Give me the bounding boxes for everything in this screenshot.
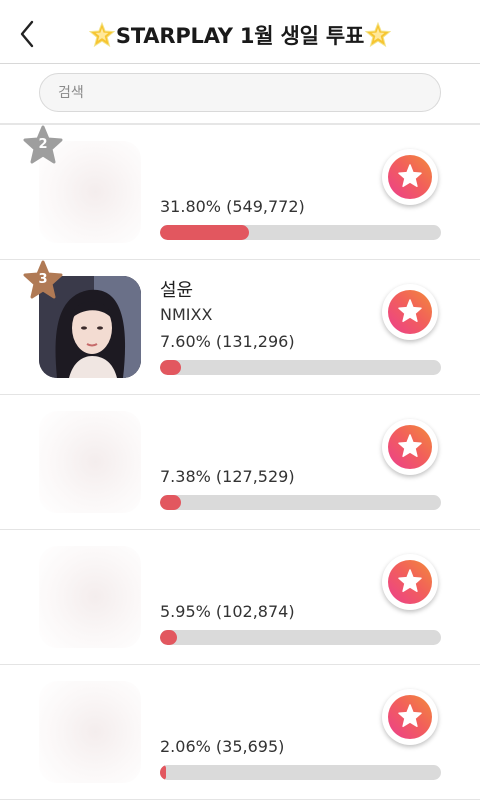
list-item: 7.38% (127,529) <box>0 395 480 530</box>
candidate-image <box>39 546 141 648</box>
rank-number: 3 <box>38 272 48 287</box>
vote-progress-fill <box>160 630 177 645</box>
star-icon <box>398 434 422 458</box>
vote-button[interactable] <box>382 554 438 610</box>
vote-progress-bar <box>160 360 441 375</box>
glowing-star-icon <box>88 22 115 48</box>
candidate-image <box>39 681 141 783</box>
vote-progress-fill <box>160 360 182 375</box>
vote-stat: 7.60% (131,296) <box>160 332 295 351</box>
vote-progress-fill <box>160 225 250 240</box>
page-title: STARPLAY 1월 생일 투표 <box>0 20 480 50</box>
star-icon <box>398 569 422 593</box>
vote-stat: 7.38% (127,529) <box>160 467 295 486</box>
star-icon <box>398 704 422 728</box>
vote-button[interactable] <box>382 689 438 745</box>
list-item: 3 설윤 NMIXX 7.60% (131,296) <box>0 260 480 395</box>
rank-number: 2 <box>38 137 48 152</box>
rank-badge: 3 <box>23 260 63 300</box>
vote-progress-bar <box>160 765 441 780</box>
rank-badge: 2 <box>23 125 63 165</box>
vote-progress-fill <box>160 495 181 510</box>
list-item: 2 31.80% (549,772) <box>0 125 480 260</box>
star-icon <box>398 299 422 323</box>
vote-progress-bar <box>160 495 441 510</box>
vote-button[interactable] <box>382 149 438 205</box>
vote-progress-fill <box>160 765 166 780</box>
candidate-image <box>39 411 141 513</box>
candidate-group: NMIXX <box>160 305 213 324</box>
vote-progress-bar <box>160 630 441 645</box>
vote-stat: 5.95% (102,874) <box>160 602 295 621</box>
candidate-name: 설윤 <box>160 280 194 301</box>
title-text: STARPLAY 1월 생일 투표 <box>115 24 365 48</box>
vote-stat: 2.06% (35,695) <box>160 737 285 756</box>
vote-button[interactable] <box>382 284 438 340</box>
app-header: STARPLAY 1월 생일 투표 <box>0 0 480 64</box>
list-item: 5.95% (102,874) <box>0 530 480 665</box>
list-item: 2.06% (35,695) <box>0 665 480 800</box>
vote-button[interactable] <box>382 419 438 475</box>
vote-progress-bar <box>160 225 441 240</box>
vote-stat: 31.80% (549,772) <box>160 197 305 216</box>
search-bar <box>0 64 480 122</box>
glowing-star-icon <box>365 22 392 48</box>
star-icon <box>398 164 422 188</box>
search-input[interactable] <box>39 73 441 112</box>
